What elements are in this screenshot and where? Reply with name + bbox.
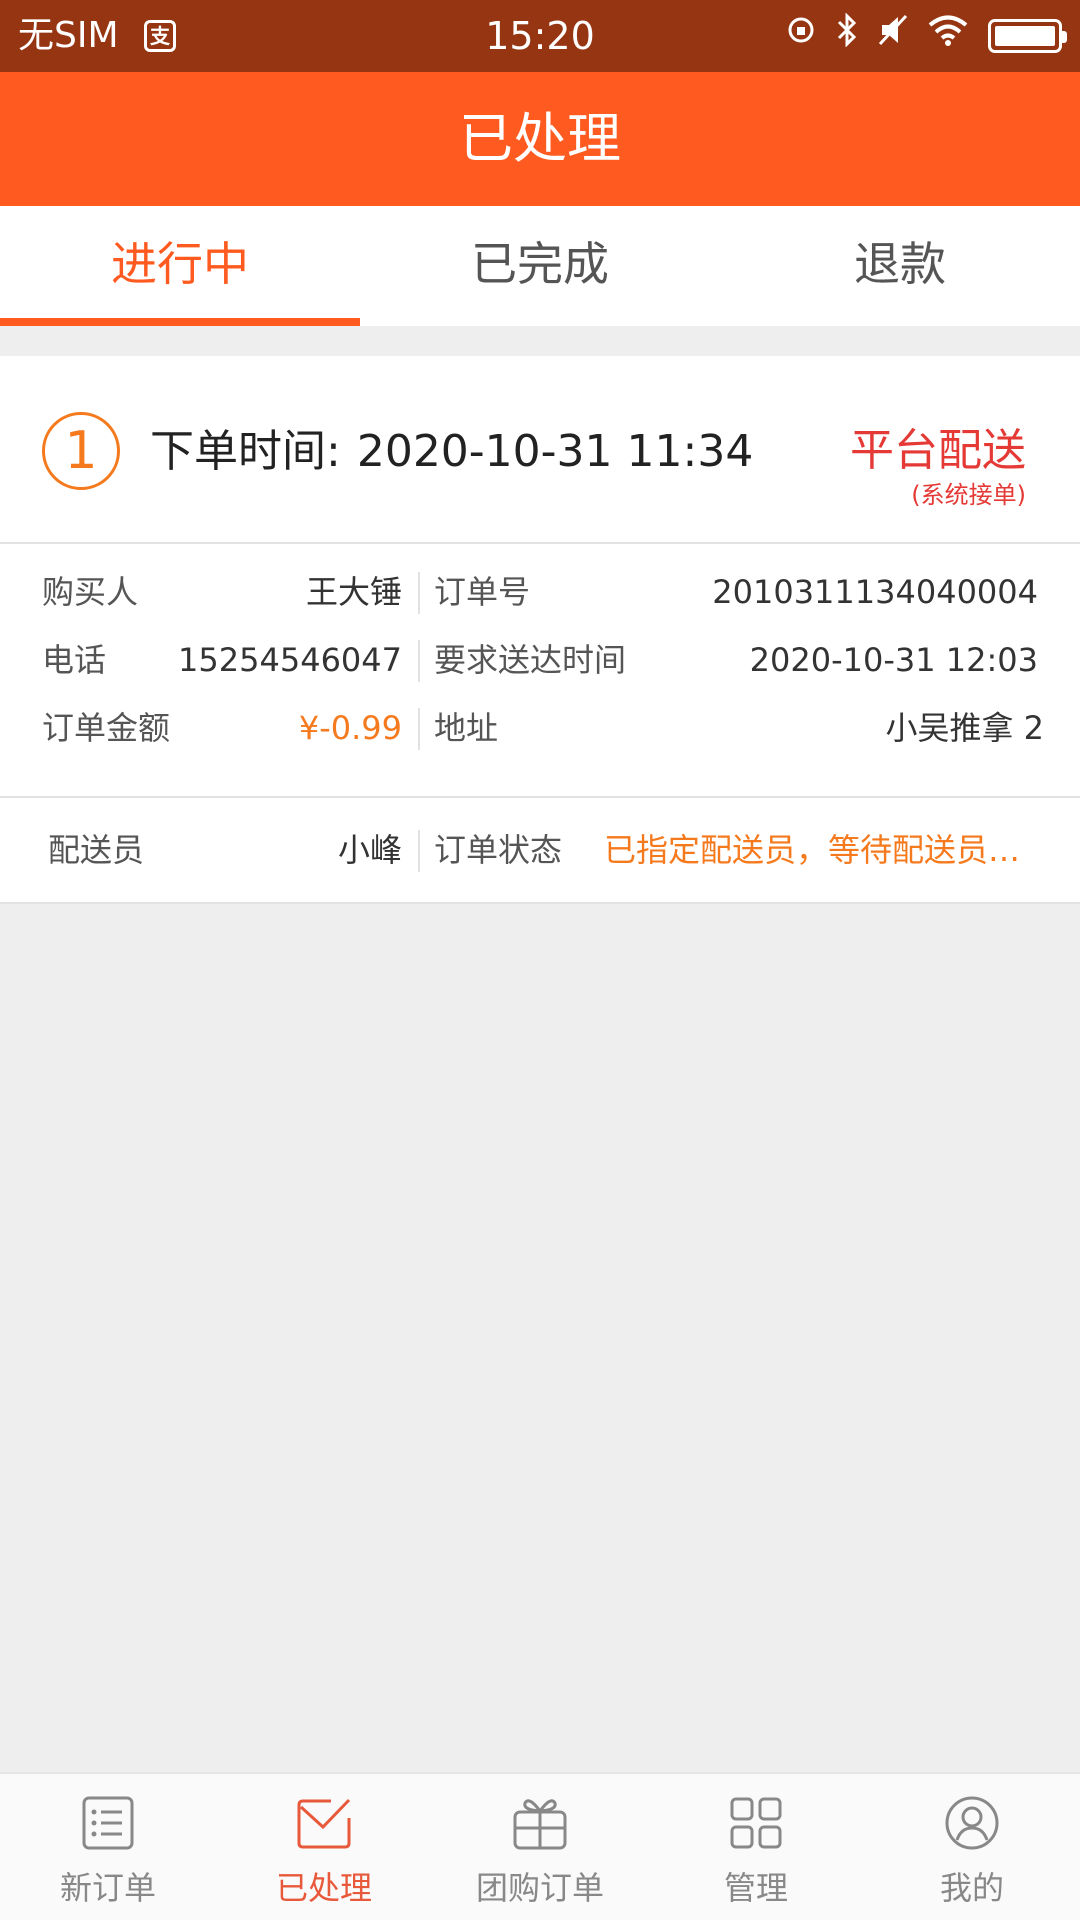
order-details: 购买人 王大锤 订单号 2010311134040004 电话 15254546… bbox=[0, 544, 1080, 798]
nav-label: 团购订单 bbox=[475, 1869, 604, 1907]
page-title: 已处理 bbox=[0, 72, 1080, 206]
order-no-value: 2010311134040004 bbox=[712, 573, 1038, 611]
nav-group-orders[interactable]: 团购订单 bbox=[432, 1774, 648, 1920]
delivery-type: 平台配送 bbox=[850, 425, 1026, 476]
nav-manage[interactable]: 管理 bbox=[648, 1774, 864, 1920]
status-icons bbox=[786, 11, 1067, 60]
mail-check-icon bbox=[297, 1798, 351, 1849]
nav-mine[interactable]: 我的 bbox=[864, 1774, 1080, 1920]
order-index-badge: 1 bbox=[42, 412, 120, 490]
divider bbox=[418, 572, 420, 614]
courier-label: 配送员 bbox=[48, 831, 145, 869]
phone-label: 电话 bbox=[42, 641, 107, 679]
deliver-time-value: 2020-10-31 12:03 bbox=[749, 641, 1038, 679]
bluetooth-icon bbox=[836, 11, 858, 60]
battery-icon bbox=[988, 19, 1067, 53]
phone-value[interactable]: 15254546047 bbox=[178, 638, 402, 682]
order-time: 下单时间: 2020-10-31 11:34 bbox=[150, 424, 753, 480]
amount-value: ¥-0.99 bbox=[298, 709, 402, 747]
courier-status-row: 配送员 小峰 订单状态 已指定配送员，等待配送员… bbox=[0, 798, 1080, 904]
nav-label: 我的 bbox=[939, 1869, 1004, 1907]
nav-label: 已处理 bbox=[275, 1869, 372, 1907]
tab-bar: 进行中 已完成 退款 bbox=[0, 206, 1080, 326]
address-label: 地址 bbox=[434, 709, 499, 747]
status-bar: 无SIM 支 15:20 bbox=[0, 0, 1080, 72]
tab-refund[interactable]: 退款 bbox=[720, 206, 1080, 326]
order-status-label: 订单状态 bbox=[434, 831, 563, 869]
nav-label: 管理 bbox=[723, 1869, 788, 1907]
carrier-label: 无SIM bbox=[18, 15, 119, 56]
delivery-type-sub: (系统接单) bbox=[911, 481, 1026, 509]
order-card[interactable]: 1 下单时间: 2020-10-31 11:34 平台配送 (系统接单) 购买人 … bbox=[0, 356, 1080, 904]
deliver-time-label: 要求送达时间 bbox=[434, 641, 627, 679]
divider bbox=[418, 640, 420, 682]
order-time-value: 2020-10-31 11:34 bbox=[356, 426, 754, 477]
list-icon bbox=[82, 1796, 134, 1850]
tab-completed[interactable]: 已完成 bbox=[360, 206, 720, 326]
buyer-label: 购买人 bbox=[42, 573, 139, 611]
buyer-value: 王大锤 bbox=[305, 573, 402, 611]
courier-value: 小峰 bbox=[337, 831, 402, 869]
divider bbox=[418, 708, 420, 750]
divider bbox=[418, 830, 420, 872]
order-no-label: 订单号 bbox=[434, 573, 531, 611]
order-time-label: 下单时间: bbox=[150, 426, 341, 477]
grid-icon bbox=[730, 1797, 782, 1849]
amount-label: 订单金额 bbox=[42, 709, 171, 747]
rotation-lock-icon bbox=[786, 14, 816, 58]
order-status-value: 已指定配送员，等待配送员… bbox=[604, 831, 1021, 869]
gift-icon bbox=[513, 1799, 567, 1850]
nav-processed[interactable]: 已处理 bbox=[216, 1774, 432, 1920]
alipay-notification-icon: 支 bbox=[144, 20, 176, 52]
nav-label: 新订单 bbox=[59, 1869, 156, 1907]
wifi-icon bbox=[928, 14, 968, 59]
order-card-header: 1 下单时间: 2020-10-31 11:34 平台配送 (系统接单) bbox=[0, 356, 1080, 544]
address-value: 小吴推拿 2 bbox=[885, 709, 1044, 747]
mute-icon bbox=[878, 14, 908, 59]
user-icon bbox=[945, 1796, 999, 1850]
nav-new-orders[interactable]: 新订单 bbox=[0, 1774, 216, 1920]
tab-in-progress[interactable]: 进行中 bbox=[0, 206, 360, 326]
bottom-nav: 新订单 已处理 团购订单 管理 我的 bbox=[0, 1772, 1080, 1920]
